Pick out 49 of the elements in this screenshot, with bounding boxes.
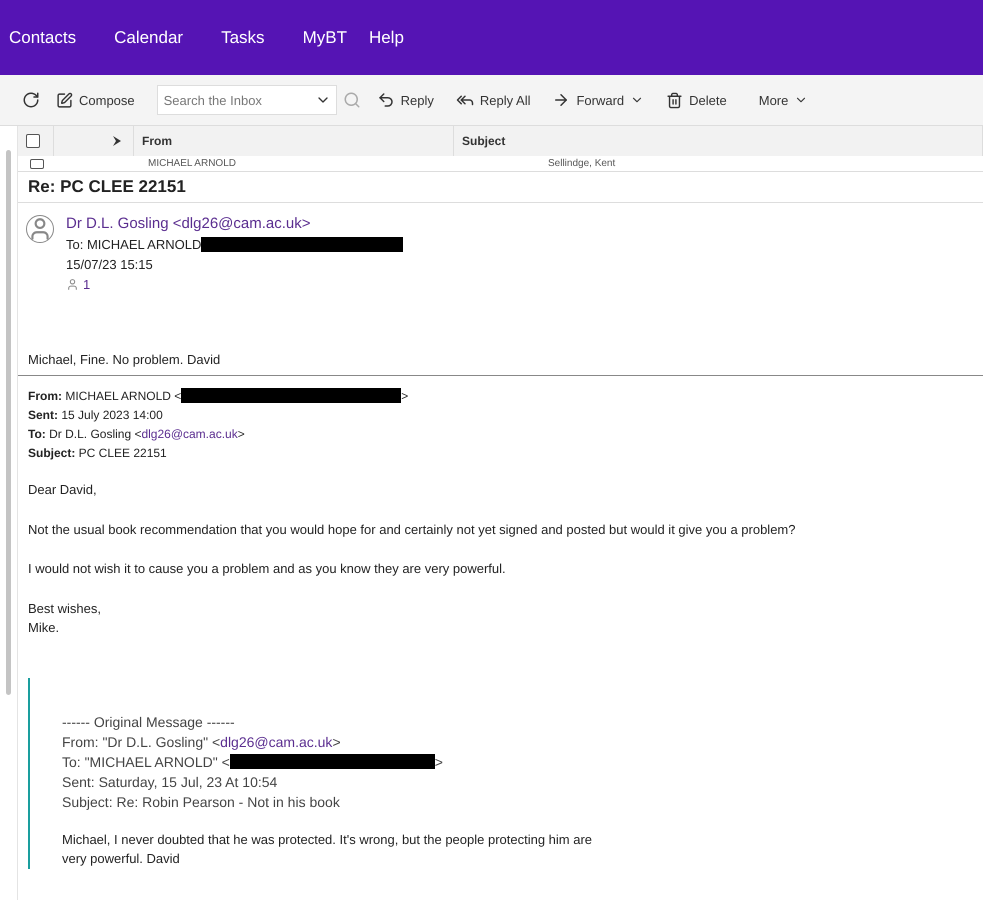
header-line: Sent: 15 July 2023 14:00 (28, 408, 163, 422)
header-line: From: "Dr D.L. Gosling" <dlg26@cam.ac.uk> (62, 734, 341, 750)
sender-name[interactable]: Dr D.L. Gosling <dlg26@cam.ac.uk> (66, 215, 404, 232)
compose-button[interactable]: Compose (56, 92, 135, 108)
flag-icon (111, 135, 123, 147)
trash-icon (666, 92, 684, 108)
person-icon (66, 278, 79, 291)
nav-link[interactable]: Calendar (114, 28, 184, 48)
nav-link[interactable]: MyBT (302, 28, 347, 48)
header-line: To: Dr D.L. Gosling <dlg26@cam.ac.uk> (28, 427, 245, 441)
header-line: Sent: Saturday, 15 Jul, 23 At 10:54 (62, 774, 278, 790)
header-line: Subject: PC CLEE 22151 (28, 446, 167, 460)
reply-text: Michael, Fine. No problem. David (18, 292, 983, 376)
nav-link[interactable]: Tasks (221, 28, 265, 48)
message-paragraph: Not the usual book recommendation that you would hope for and certainly not yet signed and posted but would it give you a problem? (28, 520, 796, 539)
header-line: ------ Original Message ------ (62, 714, 235, 730)
header-line: To: "MICHAEL ARNOLD" < (62, 754, 230, 770)
quoted-paragraph: Michael, I never doubted that he was protected. It's wrong, but the people protecting him are very powerful. David (62, 830, 594, 868)
message-date: 15/07/23 15:15 (66, 257, 154, 272)
more-button[interactable]: More (758, 92, 808, 108)
column-header[interactable]: Subject (462, 134, 506, 148)
bracket-text: > (434, 754, 443, 770)
search-field[interactable]: Search the Inbox (156, 85, 337, 115)
email-link[interactable]: dlg26@cam.ac.uk (220, 734, 332, 750)
nav-link[interactable]: Help (368, 28, 404, 48)
recipient-count[interactable]: 1 (83, 277, 90, 292)
delete-button[interactable]: Delete (666, 92, 727, 108)
column-header[interactable]: From (142, 134, 172, 148)
header-line: From: MICHAEL ARNOLD < (28, 388, 182, 402)
reply-arrow-icon (376, 91, 395, 109)
reply-all-button[interactable]: Reply All (456, 91, 530, 109)
select-all-checkbox[interactable] (26, 134, 40, 148)
nav-link[interactable]: Contacts (9, 28, 76, 48)
compose-icon (56, 92, 73, 108)
row-checkbox[interactable] (30, 158, 44, 168)
recipient-line: To: MICHAEL ARNOLD (66, 237, 202, 252)
forward-button[interactable]: Forward (552, 91, 644, 109)
message-subject: Re: PC CLEE 22151 (18, 172, 983, 203)
message-paragraph: Best wishes, Mike. (28, 600, 102, 637)
avatar-icon (26, 215, 54, 243)
message-paragraph: Dear David, (28, 481, 98, 499)
refresh-icon[interactable] (22, 91, 40, 109)
header-line: Subject: Re: Robin Pearson - Not in his book (62, 794, 340, 810)
reply-button[interactable]: Reply (376, 91, 434, 109)
table-cell: Sellindge, Kent (548, 158, 616, 169)
email-link[interactable]: dlg26@cam.ac.uk (141, 427, 238, 441)
bracket-text: > (401, 388, 408, 402)
message-paragraph: I would not wish it to cause you a problem and as you know they are very powerful. (28, 560, 507, 578)
table-cell: MICHAEL ARNOLD (148, 158, 236, 169)
